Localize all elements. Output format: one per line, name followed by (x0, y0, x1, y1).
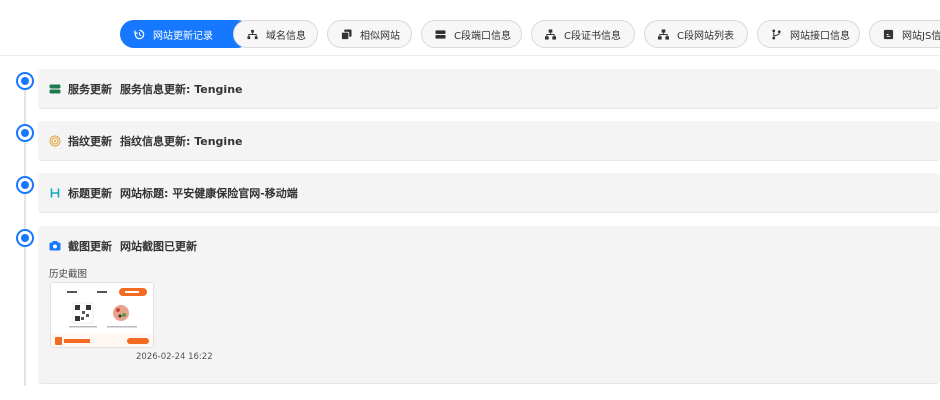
timeline-item-fingerprint: 指纹更新 指纹信息更新: Tengine (38, 121, 940, 161)
tab-c-port-info[interactable]: C段端口信息 (421, 20, 522, 48)
tab-label: C段网站列表 (677, 30, 734, 42)
tab-similar-sites[interactable]: 相似网站 (327, 20, 412, 48)
timeline-item-service: 服务更新 服务信息更新: Tengine (38, 69, 940, 109)
screenshot-timestamp: 2026-02-24 16:22 (136, 352, 213, 362)
tab-label: 网站接口信息 (790, 30, 850, 42)
timeline-dot (16, 176, 34, 194)
tab-label: 相似网站 (360, 30, 400, 42)
copy-icon (340, 28, 352, 40)
tab-label: 网站更新记录 (153, 30, 213, 42)
network-icon (544, 28, 556, 40)
timeline-dot (16, 72, 34, 90)
sitemap-icon (246, 28, 258, 40)
history-screenshot-label: 历史截图 (49, 269, 88, 280)
update-type: 截图更新 (68, 240, 112, 253)
tab-label: 网站JS信息 (902, 30, 940, 42)
tab-label: C段证书信息 (564, 30, 621, 42)
update-timeline: 服务更新 服务信息更新: Tengine 指纹更新 指纹信息更新: Tengin… (0, 56, 940, 400)
tab-label: C段端口信息 (454, 30, 511, 42)
server-icon (434, 28, 446, 40)
js-file-icon (882, 28, 894, 40)
update-text: 网站截图已更新 (120, 240, 197, 253)
heading-icon (48, 186, 62, 200)
branch-icon (770, 28, 782, 40)
update-type: 指纹更新 (68, 135, 112, 148)
tab-label: 域名信息 (266, 30, 306, 42)
server-icon (48, 82, 62, 96)
tab-site-api-info[interactable]: 网站接口信息 (757, 20, 860, 48)
camera-icon (48, 239, 62, 253)
tab-c-site-list[interactable]: C段网站列表 (644, 20, 748, 48)
tab-site-js-info[interactable]: 网站JS信息 (869, 20, 940, 48)
timeline-item-screenshot: 截图更新 网站截图已更新 历史截图 2026-02-24 16:22 (38, 226, 940, 384)
history-icon (133, 28, 145, 40)
tab-c-cert-info[interactable]: C段证书信息 (531, 20, 635, 48)
tab-bar: 网站更新记录 域名信息 相似网站 C段端口信息 C段证书信息 C段网站列表 网站… (0, 0, 940, 56)
update-text: 网站标题: 平安健康保险官网-移动端 (120, 187, 298, 200)
timeline-dot (16, 124, 34, 142)
timeline-item-title: 标题更新 网站标题: 平安健康保险官网-移动端 (38, 173, 940, 213)
tab-domain-info[interactable]: 域名信息 (233, 20, 318, 48)
timeline-dot (16, 229, 34, 247)
update-text: 服务信息更新: Tengine (120, 83, 243, 96)
network-icon (657, 28, 669, 40)
fingerprint-icon (48, 134, 62, 148)
screenshot-thumbnail[interactable] (50, 282, 154, 348)
update-text: 指纹信息更新: Tengine (120, 135, 243, 148)
update-type: 标题更新 (68, 187, 112, 200)
update-type: 服务更新 (68, 83, 112, 96)
tab-update-history[interactable]: 网站更新记录 (120, 20, 251, 48)
screenshot-preview-image (51, 283, 153, 347)
